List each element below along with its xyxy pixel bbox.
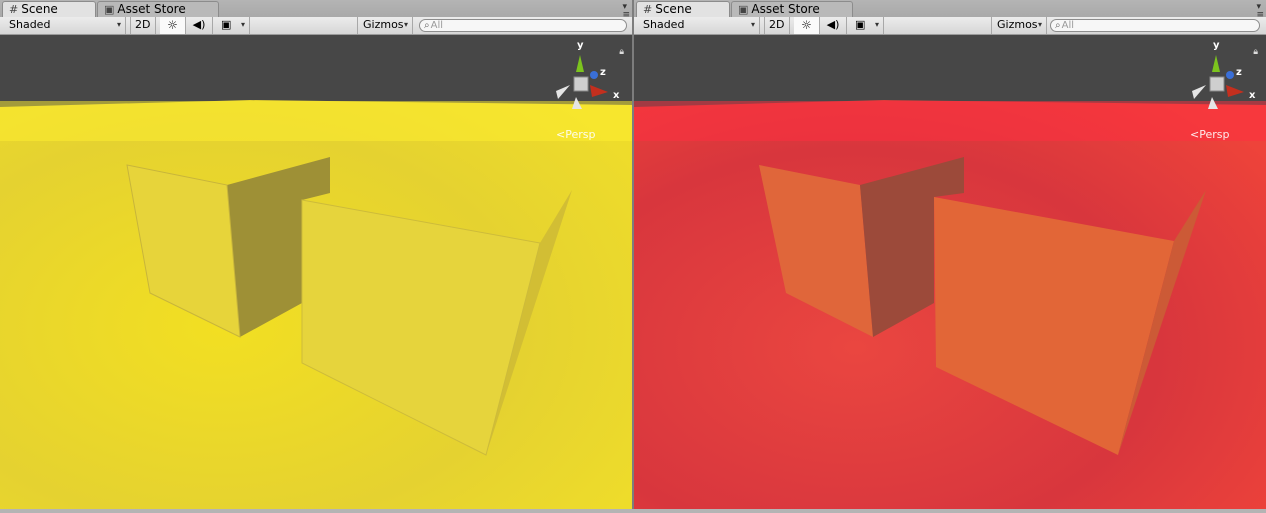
scene-render [634, 35, 1266, 513]
store-icon: ▣ [738, 3, 749, 16]
search-input[interactable]: ⌕All [1050, 19, 1260, 32]
lock-icon[interactable]: 🔒︎ [1253, 47, 1258, 57]
gizmos-label: Gizmos [997, 18, 1038, 31]
scene-viewport[interactable]: y z x 🔒︎ <Persp [0, 35, 632, 513]
lock-icon[interactable]: 🔒︎ [619, 47, 624, 57]
gizmo-center-cube [573, 76, 589, 92]
projection-label: Persp [1199, 128, 1230, 141]
tab-asset-store[interactable]: ▣ Asset Store [97, 1, 219, 17]
search-placeholder: All [430, 20, 444, 31]
neg-x-cone [556, 85, 570, 99]
z-axis-cone [1226, 71, 1234, 79]
gizmos-dropdown[interactable]: Gizmos ▾ [991, 17, 1047, 34]
lighting-toggle-button[interactable]: ☼ [794, 17, 820, 34]
shading-mode-dropdown[interactable]: Shaded ▾ [634, 17, 760, 34]
2d-toggle-label: 2D [135, 18, 151, 31]
tab-asset-store-label: Asset Store [117, 2, 186, 16]
orientation-gizmo[interactable]: y z x [1184, 37, 1264, 117]
dropdown-arrow-icon: ▾ [750, 20, 755, 29]
search-placeholder: All [1061, 20, 1075, 31]
image-icon: ▣ [855, 18, 866, 31]
z-axis-cone [590, 71, 598, 79]
gizmos-dropdown[interactable]: Gizmos ▾ [357, 17, 413, 34]
effects-dropdown[interactable]: ▣ ▾ [850, 17, 884, 34]
neg-y-cone [1208, 97, 1218, 109]
projection-toggle[interactable]: <Persp [1190, 128, 1229, 141]
tab-asset-store-label: Asset Store [751, 2, 820, 16]
tab-asset-store[interactable]: ▣ Asset Store [731, 1, 853, 17]
scene-view-right: # Scene ▣ Asset Store ▾ ≡ Shaded ▾ 2D ☼ ◀) … [634, 0, 1266, 513]
neg-x-cone [1192, 85, 1206, 99]
x-axis-cone [1226, 85, 1244, 97]
y-axis-label: y [1213, 40, 1220, 51]
tab-scene-label: Scene [655, 2, 692, 16]
sun-icon: ☼ [801, 18, 812, 32]
y-axis-cone [576, 55, 584, 72]
search-icon: ⌕ [424, 20, 430, 31]
dropdown-arrow-icon: ▾ [1037, 20, 1042, 29]
dropdown-arrow-icon: ▾ [240, 20, 245, 29]
orientation-gizmo[interactable]: y z x [548, 37, 628, 117]
dropdown-arrow-icon: ▾ [403, 20, 408, 29]
y-axis-cone [1212, 55, 1220, 72]
audio-toggle-button[interactable]: ◀) [820, 17, 847, 34]
effects-dropdown[interactable]: ▣ ▾ [216, 17, 250, 34]
grid-icon: # [9, 3, 19, 16]
2d-toggle-button[interactable]: 2D [764, 17, 790, 34]
x-axis-label: x [613, 90, 620, 101]
2d-toggle-button[interactable]: 2D [130, 17, 156, 34]
neg-y-cone [572, 97, 582, 109]
store-icon: ▣ [104, 3, 115, 16]
tab-bar: # Scene ▣ Asset Store ▾ ≡ [0, 0, 632, 20]
tab-bar: # Scene ▣ Asset Store ▾ ≡ [634, 0, 1266, 20]
z-axis-label: z [600, 67, 606, 78]
scene-render [0, 35, 632, 513]
sky [0, 35, 632, 110]
dropdown-arrow-icon: ▾ [874, 20, 879, 29]
projection-label: Persp [565, 128, 596, 141]
shading-mode-label: Shaded [643, 18, 685, 31]
image-icon: ▣ [221, 18, 232, 31]
scene-toolbar: Shaded ▾ 2D ☼ ◀) ▣ ▾ Gizmos ▾ ⌕All [634, 17, 1266, 35]
perspective-icon: < [556, 128, 566, 141]
x-axis-label: x [1249, 90, 1256, 101]
search-icon: ⌕ [1055, 20, 1061, 31]
tab-scene[interactable]: # Scene [2, 1, 96, 17]
grid-icon: # [643, 3, 653, 16]
z-axis-label: z [1236, 67, 1242, 78]
2d-toggle-label: 2D [769, 18, 785, 31]
scene-viewport[interactable]: y z x 🔒︎ <Persp [634, 35, 1266, 513]
gizmos-label: Gizmos [363, 18, 404, 31]
x-axis-cone [590, 85, 608, 97]
speaker-icon: ◀) [826, 18, 840, 31]
dropdown-arrow-icon: ▾ [116, 20, 121, 29]
projection-toggle[interactable]: <Persp [556, 128, 595, 141]
shading-mode-label: Shaded [9, 18, 51, 31]
audio-toggle-button[interactable]: ◀) [186, 17, 213, 34]
tab-scene-label: Scene [21, 2, 58, 16]
y-axis-label: y [577, 40, 584, 51]
gizmo-center-cube [1209, 76, 1225, 92]
window-bottom-edge [0, 509, 1266, 513]
shading-mode-dropdown[interactable]: Shaded ▾ [0, 17, 126, 34]
lighting-toggle-button[interactable]: ☼ [160, 17, 186, 34]
scene-view-left: # Scene ▣ Asset Store ▾ ≡ Shaded ▾ 2D ☼ ◀) … [0, 0, 632, 513]
tab-scene[interactable]: # Scene [636, 1, 730, 17]
sky [634, 35, 1266, 110]
search-input[interactable]: ⌕All [419, 19, 627, 32]
scene-toolbar: Shaded ▾ 2D ☼ ◀) ▣ ▾ Gizmos ▾ ⌕All [0, 17, 632, 35]
sun-icon: ☼ [167, 18, 178, 32]
perspective-icon: < [1190, 128, 1200, 141]
speaker-icon: ◀) [192, 18, 206, 31]
